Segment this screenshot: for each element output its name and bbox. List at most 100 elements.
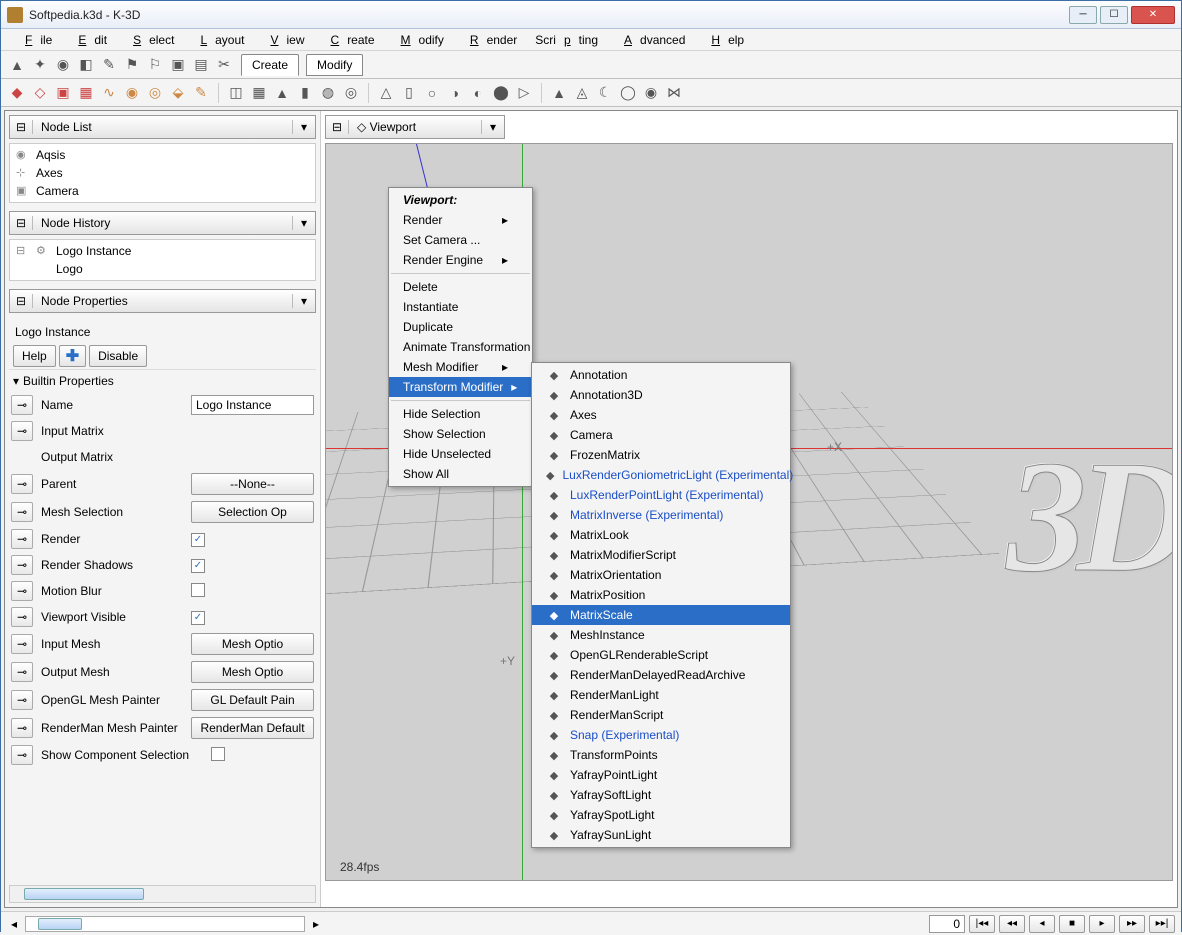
prim-disk-icon[interactable]: ◍	[318, 83, 338, 103]
plug-icon[interactable]: ⊸	[11, 634, 33, 654]
submenu-item[interactable]: ◆MatrixInverse (Experimental)	[532, 505, 790, 525]
name-input[interactable]	[191, 395, 314, 415]
frame-input[interactable]	[929, 915, 965, 933]
menu-item[interactable]: Show Selection	[389, 424, 532, 444]
quad-torus-icon[interactable]: ▷	[514, 83, 534, 103]
poly-sphere-icon[interactable]: ◉	[122, 83, 142, 103]
submenu-item[interactable]: ◆MatrixScale	[532, 605, 790, 625]
light-ambient-icon[interactable]: ◯	[618, 83, 638, 103]
dropdown-icon[interactable]: ▾	[293, 120, 315, 134]
light-spot-icon[interactable]: ◬	[572, 83, 592, 103]
curve-icon[interactable]: ∿	[99, 83, 119, 103]
render-shadows-checkbox[interactable]: ✓	[191, 559, 205, 573]
plug-icon[interactable]: ⊸	[11, 555, 33, 575]
submenu-item[interactable]: ◆YafrayPointLight	[532, 765, 790, 785]
tab-modify[interactable]: Modify	[306, 54, 363, 76]
forward-button[interactable]: ▸▸	[1119, 915, 1145, 933]
submenu-item[interactable]: ◆YafraySpotLight	[532, 805, 790, 825]
menu-item[interactable]: Render▸	[389, 210, 532, 230]
list-item[interactable]: ⊹Axes	[10, 164, 315, 182]
plug-icon[interactable]: ⊸	[11, 421, 33, 441]
mesh-selection-button[interactable]: Selection Op	[191, 501, 314, 523]
stop-button[interactable]: ■	[1059, 915, 1085, 933]
menu-item[interactable]: Transform Modifier▸	[389, 377, 532, 397]
submenu-item[interactable]: ◆LuxRenderPointLight (Experimental)	[532, 485, 790, 505]
submenu-item[interactable]: ◆Snap (Experimental)	[532, 725, 790, 745]
camera-new-icon[interactable]: ⋈	[664, 83, 684, 103]
prim-cylinder-icon[interactable]: ▮	[295, 83, 315, 103]
plug-icon[interactable]: ⊸	[11, 581, 33, 601]
light-distant-icon[interactable]: ☾	[595, 83, 615, 103]
parent-tool-icon[interactable]: ⚑	[122, 55, 142, 75]
renderman-painter-button[interactable]: RenderMan Default	[191, 717, 314, 739]
plug-icon[interactable]: ⊸	[11, 502, 33, 522]
light-area-icon[interactable]: ◉	[641, 83, 661, 103]
nurbs-icon[interactable]: ⬙	[168, 83, 188, 103]
poly-cube2-icon[interactable]: ◇	[30, 83, 50, 103]
submenu-item[interactable]: ◆YafraySunLight	[532, 825, 790, 845]
pin-icon[interactable]: ⊟	[10, 216, 32, 230]
submenu-item[interactable]: ◆Annotation3D	[532, 385, 790, 405]
submenu-item[interactable]: ◆RenderManLight	[532, 685, 790, 705]
unparent-tool-icon[interactable]: ⚐	[145, 55, 165, 75]
scroll-left-icon[interactable]: ◂	[7, 917, 21, 931]
list-item[interactable]: Logo	[10, 260, 315, 278]
menu-file[interactable]: File	[9, 31, 60, 49]
viewport-context-menu[interactable]: Viewport:Render▸Set Camera ...Render Eng…	[388, 187, 533, 487]
plug-icon[interactable]: ⊸	[11, 718, 33, 738]
submenu-item[interactable]: ◆FrozenMatrix	[532, 445, 790, 465]
panel-head-viewport[interactable]: ⊟ ◇ Viewport ▾	[325, 115, 505, 139]
quad-hyperboloid-icon[interactable]: ◑	[445, 83, 465, 103]
left-scrollbar[interactable]	[9, 885, 316, 903]
render-checkbox[interactable]: ✓	[191, 533, 205, 547]
menu-item[interactable]: Render Engine▸	[389, 250, 532, 270]
list-item[interactable]: ◉Aqsis	[10, 146, 315, 164]
prim-torus-icon[interactable]: ◎	[341, 83, 361, 103]
plug-icon[interactable]: ⊸	[11, 690, 33, 710]
light-point-icon[interactable]: ▲	[549, 83, 569, 103]
poly-cushion-icon[interactable]: ▣	[53, 83, 73, 103]
step-back-button[interactable]: ◂	[1029, 915, 1055, 933]
render-region-icon[interactable]: ▣	[168, 55, 188, 75]
submenu-item[interactable]: ◆OpenGLRenderableScript	[532, 645, 790, 665]
quad-paraboloid-icon[interactable]: ◐	[468, 83, 488, 103]
maximize-button[interactable]: ☐	[1100, 6, 1128, 24]
submenu-item[interactable]: ◆RenderManDelayedReadArchive	[532, 665, 790, 685]
list-item[interactable]: ▣Camera	[10, 182, 315, 200]
submenu-item[interactable]: ◆LuxRenderGoniometricLight (Experimental…	[532, 465, 790, 485]
move-tool-icon[interactable]: ✦	[30, 55, 50, 75]
list-item[interactable]: ⊟⚙Logo Instance	[10, 242, 315, 260]
rewind-button[interactable]: ◂◂	[999, 915, 1025, 933]
menu-layout[interactable]: Layout	[184, 31, 252, 49]
menu-modify[interactable]: Modify	[385, 31, 452, 49]
menu-item[interactable]: Duplicate	[389, 317, 532, 337]
prim-cone-icon[interactable]: ▲	[272, 83, 292, 103]
prim-grid-icon[interactable]: ▦	[249, 83, 269, 103]
prim-cube-icon[interactable]: ◫	[226, 83, 246, 103]
quad-cone-icon[interactable]: △	[376, 83, 396, 103]
rewind-start-button[interactable]: |◂◂	[969, 915, 995, 933]
dropdown-icon[interactable]: ▾	[293, 216, 315, 230]
select-tool-icon[interactable]: ▲	[7, 55, 27, 75]
menu-select[interactable]: Select	[117, 31, 182, 49]
add-property-button[interactable]: ✚	[59, 345, 86, 367]
submenu-item[interactable]: ◆MatrixLook	[532, 525, 790, 545]
tab-create[interactable]: Create	[241, 54, 299, 76]
knife-tool-icon[interactable]: ✂	[214, 55, 234, 75]
panel-head-nodeprops[interactable]: ⊟ Node Properties ▾	[9, 289, 316, 313]
plug-icon[interactable]: ⊸	[11, 662, 33, 682]
menu-advanced[interactable]: Advanced	[608, 31, 693, 49]
pin-icon[interactable]: ⊟	[10, 120, 32, 134]
scale-tool-icon[interactable]: ◧	[76, 55, 96, 75]
menu-item[interactable]: Set Camera ...	[389, 230, 532, 250]
submenu-item[interactable]: ◆Axes	[532, 405, 790, 425]
show-comp-sel-checkbox[interactable]	[211, 747, 225, 761]
step-fwd-button[interactable]: ▸	[1089, 915, 1115, 933]
dropdown-icon[interactable]: ▾	[482, 120, 504, 134]
motion-blur-checkbox[interactable]	[191, 583, 205, 597]
collapse-icon[interactable]: ▾	[13, 374, 19, 388]
submenu-item[interactable]: ◆RenderManScript	[532, 705, 790, 725]
output-mesh-button[interactable]: Mesh Optio	[191, 661, 314, 683]
scroll-right-icon[interactable]: ▸	[309, 917, 323, 931]
menu-scripting[interactable]: Scripting	[527, 31, 606, 49]
